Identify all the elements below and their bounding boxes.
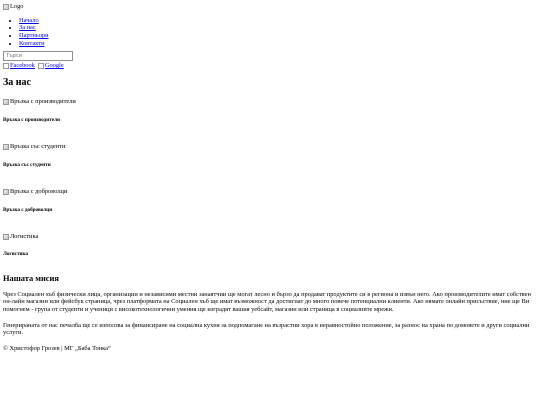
feature-image: Връзка със студенти [3,143,65,151]
facebook-icon [3,63,9,70]
feature-heading: Връзка със студенти [3,161,51,168]
mission-paragraph: Генерираната от нас печалба ще се използ… [3,321,530,337]
feature-image: Логистика [3,233,38,241]
main-nav: Начало За нас Партньори Контакти [3,17,537,48]
nav-item-partners: Партньори [19,32,537,40]
feature-image: Връзка с производители [3,98,76,106]
feature-producers: Връзка с производители Връзка с производ… [3,98,537,123]
broken-image-icon [3,188,9,195]
search-form [3,51,537,62]
nav-link-home[interactable]: Начало [19,17,39,24]
logo[interactable]: Logo [3,3,24,11]
broken-image-icon [3,3,9,10]
feature-image-alt: Връзка с производители [10,97,76,105]
google-icon [37,63,44,70]
mission-title: Нашата мисия [3,273,59,283]
feature-heading: Логистика [3,251,29,258]
feature-volunteers: Връзка с доброволци Връзка с доброволци [3,188,537,213]
broken-image-icon [3,233,9,240]
footer: © Христофор Грозев | МГ „Баба Тонка“ [3,345,111,353]
facebook-label: Facebook [10,62,35,70]
feature-heading: Връзка с производители [3,116,60,123]
nav-item-contacts: Контакти [19,40,537,48]
feature-logistics: Логистика Логистика [3,233,537,258]
search-input[interactable] [3,51,73,62]
feature-image-alt: Връзка с доброволци [10,187,68,195]
feature-image-alt: Логистика [10,232,39,240]
google-link[interactable]: Google [37,62,64,70]
nav-link-about[interactable]: За нас [19,24,36,31]
google-label: Google [44,62,64,70]
page: Logo Начало За нас Партньори Контакти Fa… [0,0,540,353]
nav-link-partners[interactable]: Партньори [19,32,49,39]
facebook-link[interactable]: Facebook [3,62,35,70]
feature-heading: Връзка с доброволци [3,206,53,213]
nav-link-contacts[interactable]: Контакти [19,40,45,47]
broken-image-icon [3,98,9,105]
mission-paragraph: Чрез Социален хъб физически лица, органи… [3,290,531,314]
broken-image-icon [3,143,9,150]
feature-image: Връзка с доброволци [3,188,67,196]
social-links: Facebook Google [3,62,537,70]
nav-item-home: Начало [19,17,537,25]
about-title: За нас [3,76,31,88]
feature-students: Връзка със студенти Връзка със студенти [3,143,537,168]
logo-alt-text: Logo [10,3,24,10]
feature-image-alt: Връзка със студенти [10,142,66,150]
nav-item-about: За нас [19,24,537,32]
